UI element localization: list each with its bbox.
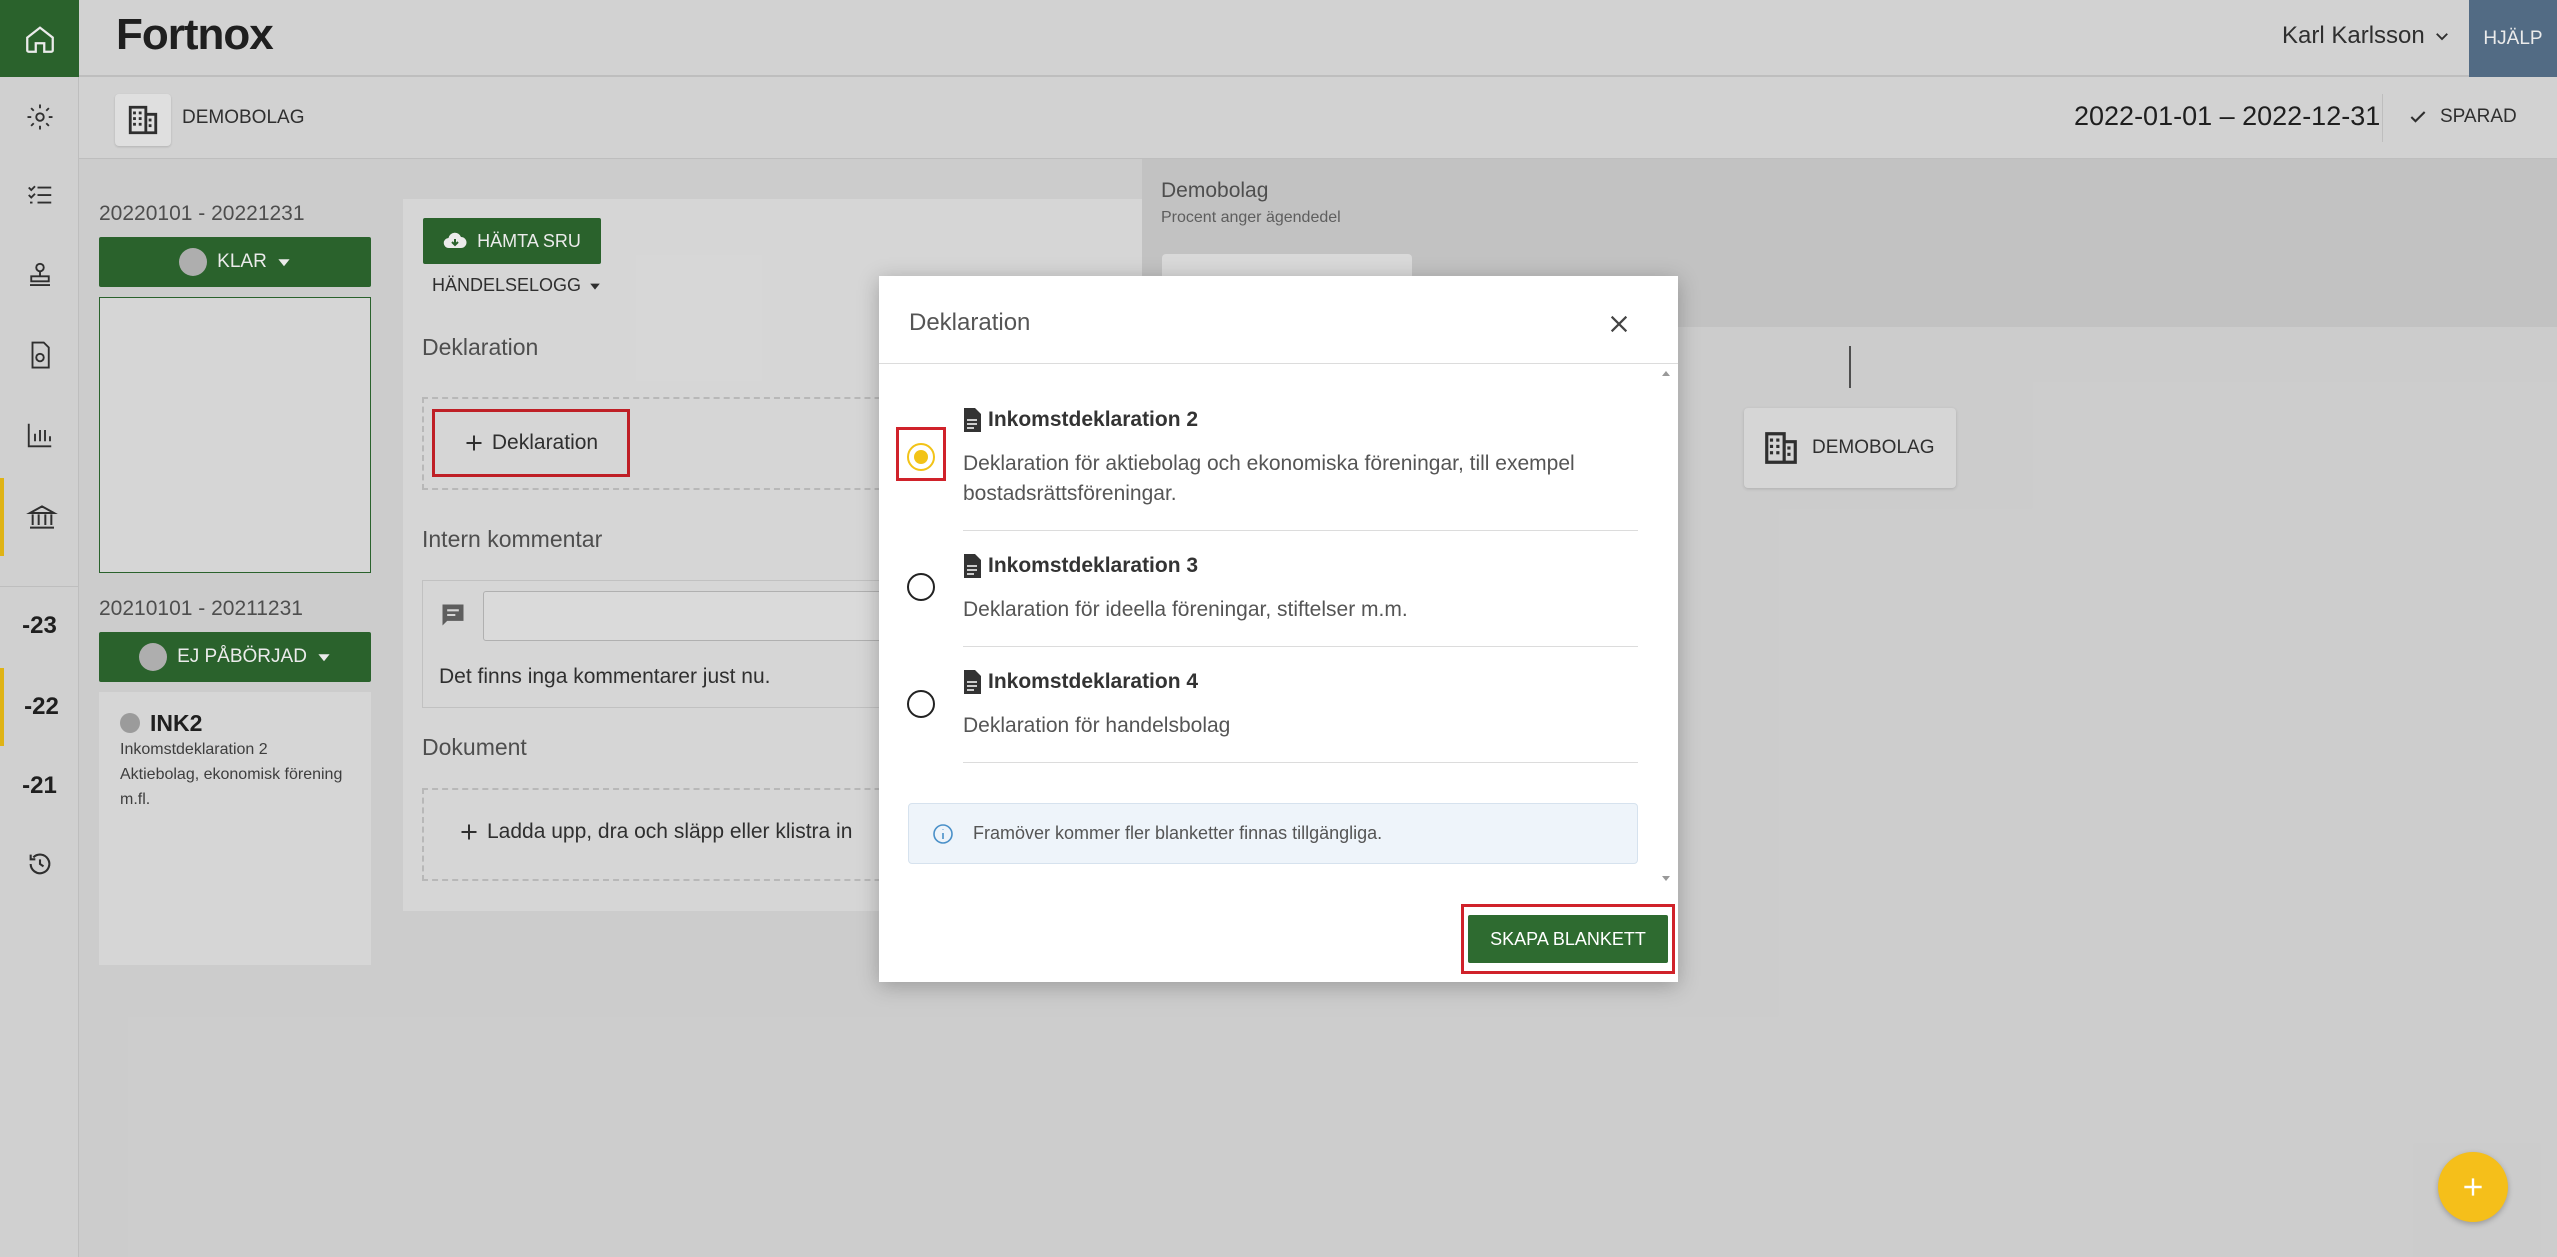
document-icon xyxy=(964,554,981,578)
close-button[interactable] xyxy=(1604,309,1634,339)
declaration-modal xyxy=(879,276,1678,982)
modal-scrollbar[interactable] xyxy=(1660,366,1672,886)
radio-selected-dot xyxy=(914,450,928,464)
document-icon xyxy=(964,408,981,432)
create-form-button[interactable]: SKAPA BLANKETT xyxy=(1468,915,1668,963)
option-radio-ink2[interactable] xyxy=(907,443,935,471)
add-fab-button[interactable] xyxy=(2438,1152,2508,1222)
option-desc-ink2: Deklaration för aktiebolag och ekonomisk… xyxy=(963,452,1575,505)
document-icon xyxy=(964,670,981,694)
option-title-ink2[interactable]: Inkomstdeklaration 2 xyxy=(962,408,1198,432)
option-title-label: Inkomstdeklaration 2 xyxy=(988,408,1199,431)
modal-title: Deklaration xyxy=(909,309,1031,336)
option-divider xyxy=(963,646,1638,647)
option-title-label: Inkomstdeklaration 4 xyxy=(988,670,1199,693)
option-divider xyxy=(963,530,1638,531)
close-icon xyxy=(1610,315,1628,333)
info-text: Framöver kommer fler blanketter finnas t… xyxy=(973,823,1383,843)
plus-icon xyxy=(2464,1178,2482,1196)
option-title-ink4[interactable]: Inkomstdeklaration 4 xyxy=(962,670,1198,694)
info-icon xyxy=(933,823,953,844)
option-divider xyxy=(963,762,1638,763)
option-desc-ink4: Deklaration för handelsbolag xyxy=(963,714,1231,737)
option-desc-ink3: Deklaration för ideella föreningar, stif… xyxy=(963,598,1408,621)
info-notice: Framöver kommer fler blanketter finnas t… xyxy=(908,803,1638,864)
option-radio-ink4[interactable] xyxy=(907,690,935,718)
option-radio-ink3[interactable] xyxy=(907,573,935,601)
create-form-label: SKAPA BLANKETT xyxy=(1490,928,1646,949)
option-title-ink3[interactable]: Inkomstdeklaration 3 xyxy=(962,554,1198,578)
option-title-label: Inkomstdeklaration 3 xyxy=(988,554,1199,577)
